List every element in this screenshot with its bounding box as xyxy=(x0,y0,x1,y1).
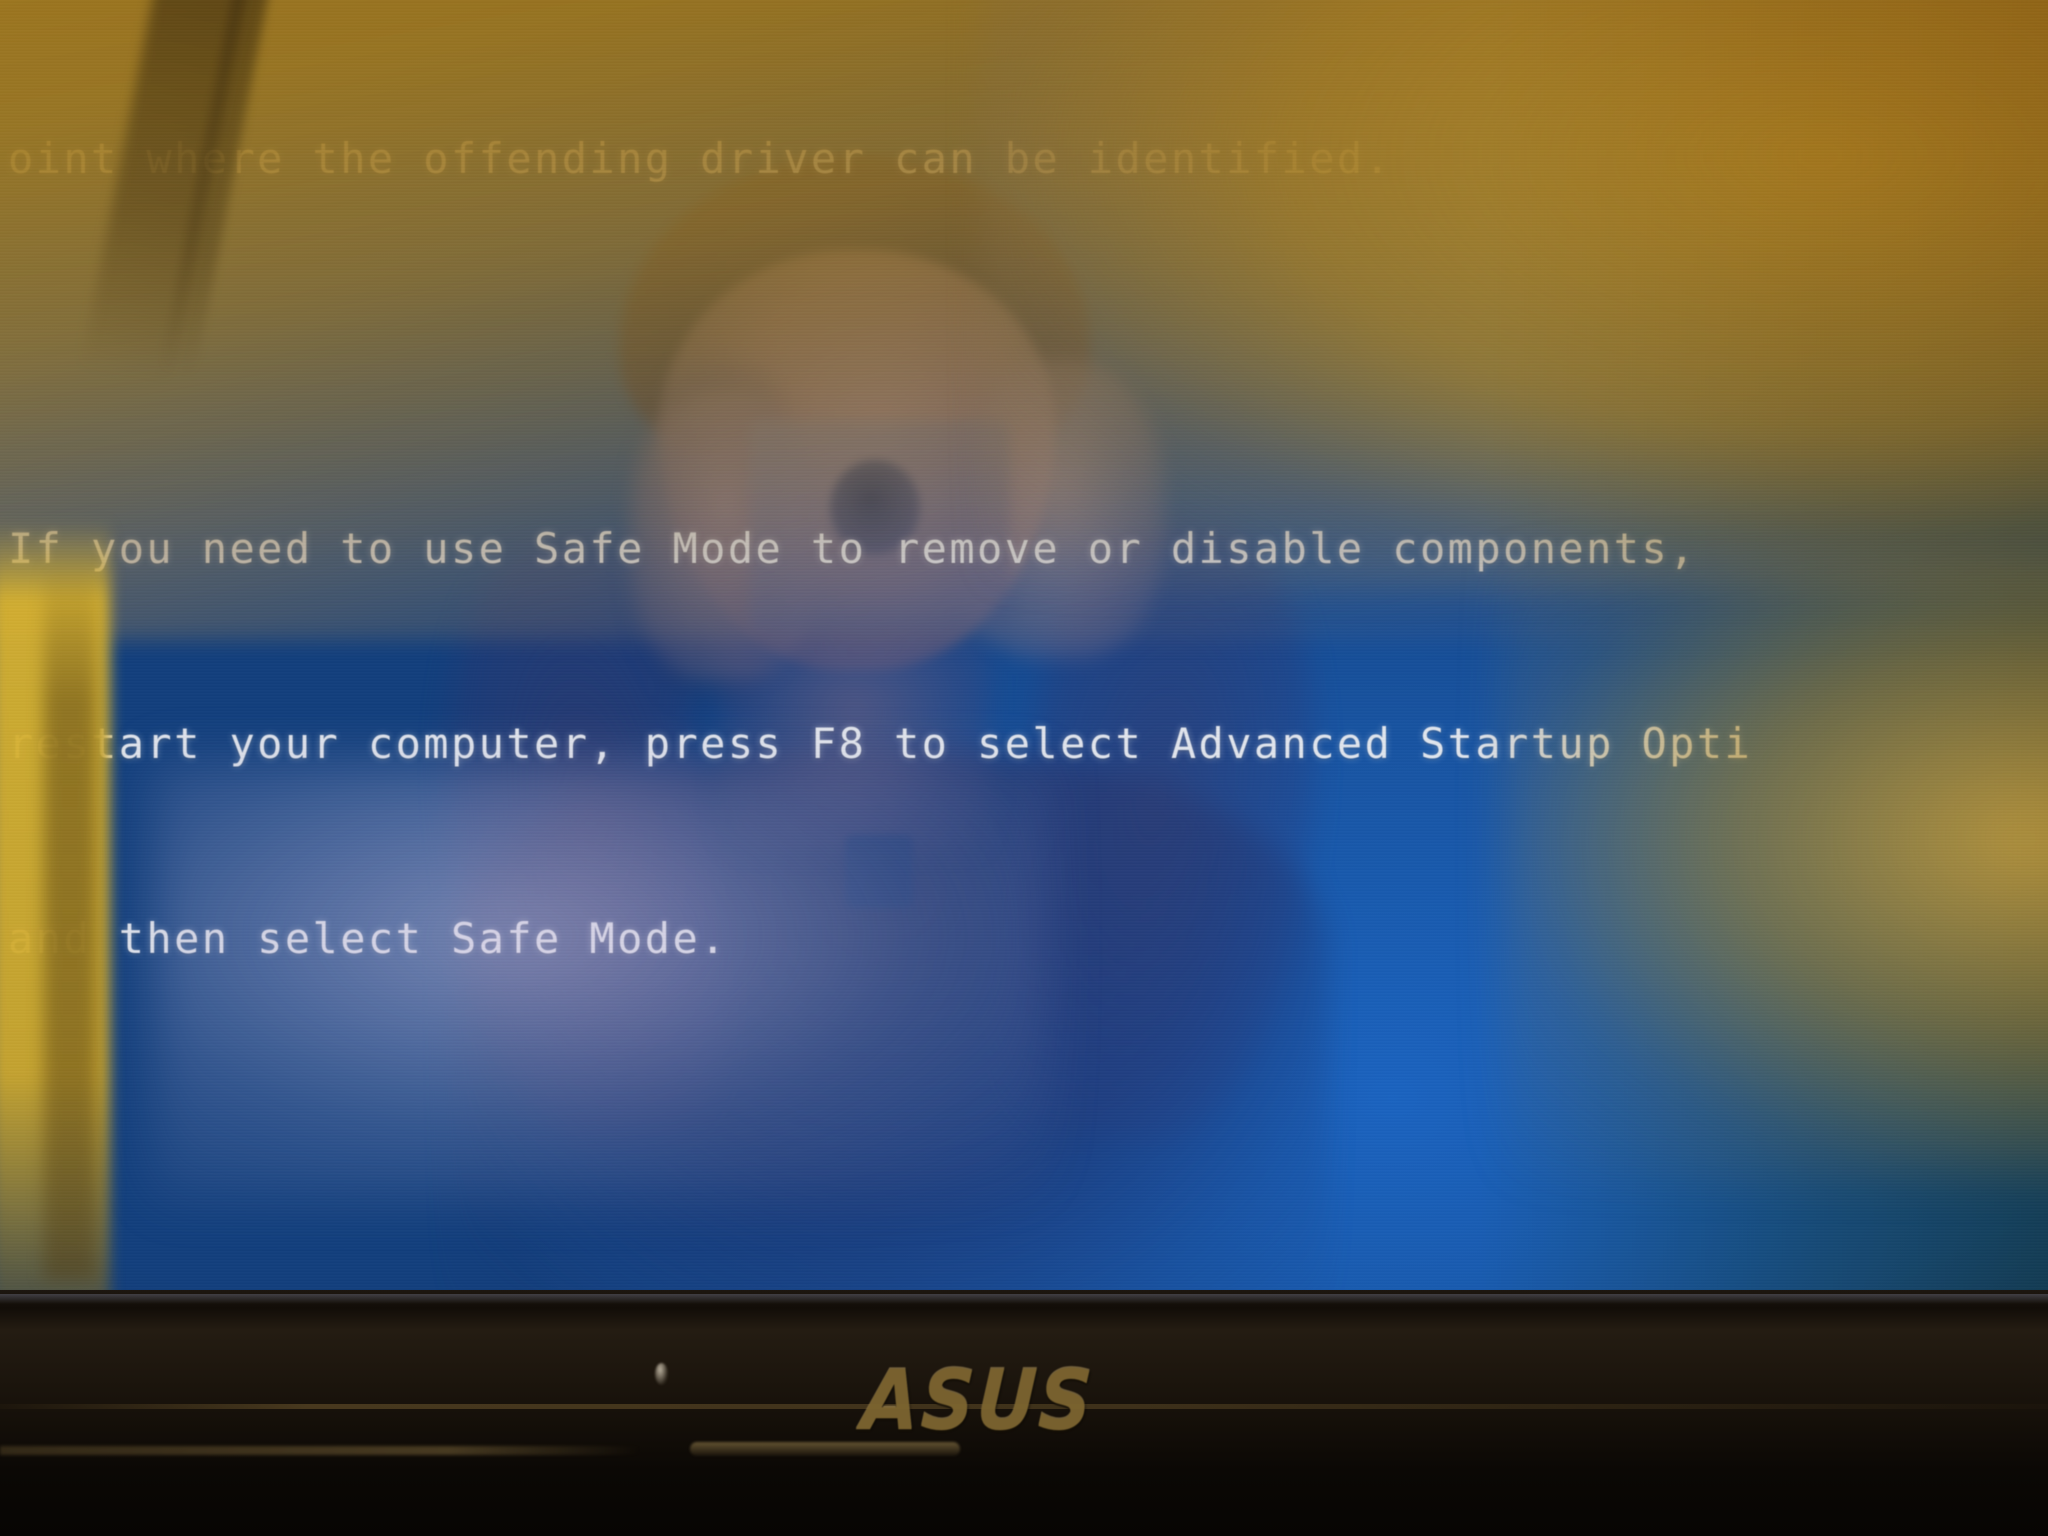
screen-glare-lower-right xyxy=(1500,560,2048,1180)
bezel-lower-seam xyxy=(0,1446,640,1455)
screen-glare-soft-center xyxy=(150,760,1050,1200)
photo-of-laptop-bsod: oint where the offending driver can be i… xyxy=(0,0,2048,1536)
asus-brand-logo: ASUS xyxy=(859,1352,1097,1450)
screen-glare-left-band-inner xyxy=(44,560,96,1280)
bezel-indicator-dot xyxy=(655,1363,668,1385)
laptop-screen: oint where the offending driver can be i… xyxy=(0,0,2048,1292)
screen-glare-top-right xyxy=(980,0,2048,590)
bezel-top-highlight xyxy=(0,1294,2048,1304)
